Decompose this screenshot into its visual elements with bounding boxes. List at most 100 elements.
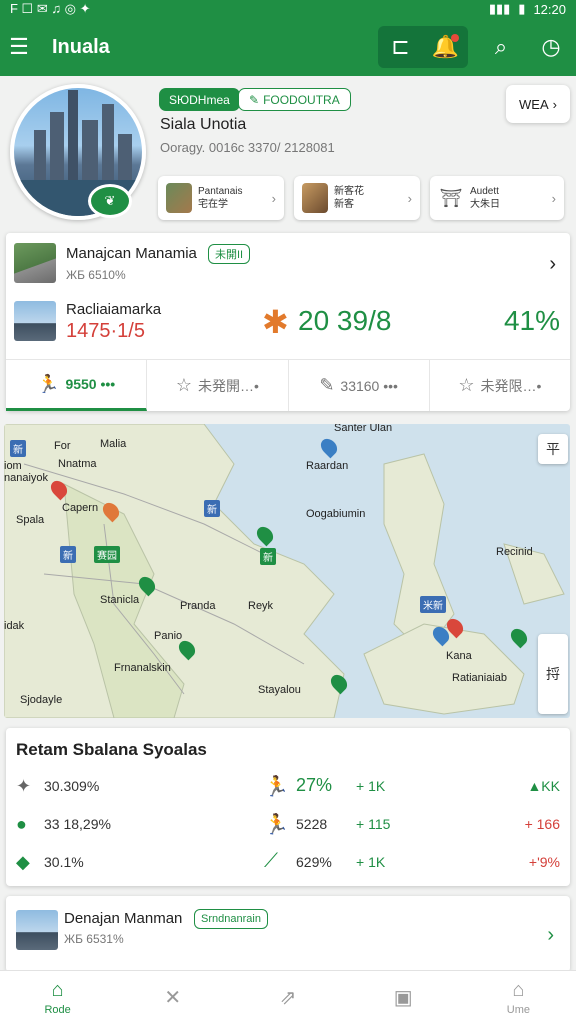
map-label: Pranda bbox=[180, 600, 216, 612]
chevron-right-icon[interactable]: › bbox=[547, 924, 554, 947]
destination-card[interactable]: Denajan Manman Srndnanrain ЖБ 6531% › bbox=[6, 896, 570, 972]
map-road-tag: 新 bbox=[10, 440, 26, 457]
cycle-icon: ✦ bbox=[16, 776, 32, 796]
map-label: Panio bbox=[154, 630, 183, 642]
primary-value: 20 39/8 bbox=[298, 305, 392, 336]
summary-row-destination[interactable]: Manajcan Manamia 未開II ЖБ 6510% › bbox=[14, 243, 562, 287]
tag-icon: ◆ bbox=[16, 852, 30, 872]
category-pill[interactable]: ✎ FOODOUTRA bbox=[238, 88, 351, 111]
house-icon: ⌂ bbox=[512, 979, 525, 1001]
road-thumbnail bbox=[14, 243, 56, 283]
star-icon: ☆ bbox=[458, 375, 475, 395]
chip-item[interactable]: ⛩ Audett 大朱日 › bbox=[430, 176, 564, 220]
notification-dot bbox=[450, 34, 459, 42]
map-road-tag: 新 bbox=[204, 500, 220, 517]
map-road-tag: 新 bbox=[260, 548, 276, 565]
chip-item[interactable]: 新客花 新客 › bbox=[294, 176, 420, 220]
search-icon[interactable]: ⌕ bbox=[484, 30, 518, 64]
battery-icon: ▮ bbox=[518, 1, 526, 16]
layers-button[interactable]: 平 bbox=[538, 434, 568, 464]
profile-name: Siala Unotia bbox=[160, 116, 247, 133]
runner-icon: 🏃 bbox=[37, 373, 60, 394]
map-label: Spala bbox=[16, 514, 45, 526]
trend-row[interactable]: ✦ 30.309% 🏃 27% + 1K ▲KK bbox=[16, 772, 560, 800]
map-label: Recinid bbox=[496, 546, 533, 558]
map-label: Oogabiumin bbox=[306, 508, 366, 520]
nav-share[interactable]: ⇗ bbox=[230, 971, 345, 1024]
app-title: Inuala bbox=[52, 35, 110, 58]
pen-icon: ✎ bbox=[319, 375, 335, 395]
map-label: Ratianiaiab bbox=[452, 672, 508, 684]
runner-icon: 🏃 bbox=[264, 776, 289, 798]
temple-thumbnail bbox=[14, 301, 56, 341]
arrow-up-icon: ⟋ bbox=[264, 850, 278, 872]
summary-row-metric: Racliaiamarka 1475·1/5 ✱ 20 39/8 41% bbox=[14, 299, 562, 345]
app-bar: ☰ Inuala ⊏ 🔔 ⌕ ◷ bbox=[0, 18, 576, 76]
status-tag: 未開II bbox=[208, 244, 251, 264]
map-road-tag: 米新 bbox=[420, 596, 446, 613]
leaf-icon: ✎ bbox=[249, 92, 260, 107]
map-road-tag: 新 bbox=[60, 546, 76, 563]
stat-tab-3[interactable]: ✎ 33160 ••• bbox=[289, 360, 430, 411]
home-icon: ⌂ bbox=[51, 979, 64, 1001]
map-label: Malia bbox=[100, 438, 127, 450]
action-group: ⊏ 🔔 bbox=[378, 26, 468, 68]
map-label: Capern bbox=[62, 502, 99, 514]
share-icon: ⇗ bbox=[279, 987, 297, 1009]
map-label: Nnatma bbox=[58, 458, 97, 470]
leaf-icon: ● bbox=[16, 814, 27, 834]
temple-thumbnail bbox=[16, 910, 58, 950]
map-label: nanaiyok bbox=[4, 472, 49, 484]
profile-hero: ❦ SЮDHmea ✎ FOODOUTRA Siala Unotia Oorag… bbox=[0, 76, 576, 226]
stat-tab-1[interactable]: 🏃 9550 ••• bbox=[6, 360, 148, 411]
profile-meta: Ooragy. 0016c 3370/ 2128081 bbox=[160, 140, 335, 155]
stat-tab-2[interactable]: ☆ 未発開…• bbox=[147, 360, 289, 411]
temple-icon: ⛩ bbox=[438, 183, 464, 213]
summary-card: Manajcan Manamia 未開II ЖБ 6510% › Racliai… bbox=[6, 233, 570, 411]
chip-thumbnail bbox=[302, 183, 328, 213]
map-label: idak bbox=[4, 620, 25, 632]
quick-chips: Pantanais 宅在学 › 新客花 新客 › ⛩ Audett 大朱日 › bbox=[158, 176, 564, 220]
weather-button[interactable]: WEA › bbox=[506, 85, 570, 123]
chip-thumbnail bbox=[166, 183, 192, 213]
star-icon: ☆ bbox=[175, 375, 192, 395]
negative-value: 1475·1/5 bbox=[66, 320, 145, 342]
nav-close[interactable]: ✕ bbox=[115, 971, 230, 1024]
tab-icon[interactable]: ⊏ bbox=[384, 30, 418, 64]
map-side-button[interactable]: 捋 bbox=[538, 634, 568, 714]
trend-row[interactable]: ◆ 30.1% ⟋ 629% + 1K +'9% bbox=[16, 848, 560, 876]
trend-row[interactable]: ● 33 18,29% 🏃 5228 + 115 + 166 bbox=[16, 810, 560, 838]
chevron-right-icon[interactable]: › bbox=[549, 253, 556, 276]
chevron-right-icon: › bbox=[552, 96, 557, 112]
chevron-right-icon: › bbox=[271, 190, 276, 206]
chip-item[interactable]: Pantanais 宅在学 › bbox=[158, 176, 284, 220]
stats-tabs: 🏃 9550 ••• ☆ 未発開…• ✎ 33160 ••• ☆ 未発限…• bbox=[6, 359, 570, 411]
close-icon: ✕ bbox=[164, 987, 182, 1009]
percent-value: 41% bbox=[503, 305, 560, 336]
map-label: Reyk bbox=[248, 600, 274, 612]
map-label: Santer Ulan bbox=[334, 424, 393, 434]
map-label: For bbox=[54, 440, 71, 452]
clock-icon[interactable]: ◷ bbox=[534, 30, 568, 64]
nav-square[interactable]: ▣ bbox=[346, 971, 461, 1024]
chevron-right-icon: › bbox=[407, 190, 412, 206]
nav-home[interactable]: ⌂ Rode bbox=[0, 971, 115, 1024]
map-label: Stayalou bbox=[258, 684, 301, 696]
status-tag: Srndnanrain bbox=[194, 909, 268, 929]
map-label: Raardan bbox=[306, 460, 349, 472]
map-label: Frnanalskin bbox=[114, 662, 171, 674]
notification-icon[interactable]: 🔔 bbox=[429, 30, 463, 64]
status-bar: F ☐ ✉ ♫ ◎ ✦ ▮▮▮ ▮ 12:20 bbox=[0, 0, 576, 18]
map-road-tag: 赛园 bbox=[94, 546, 120, 563]
nav-house[interactable]: ⌂ Ume bbox=[461, 971, 576, 1024]
asterisk-icon: ✱ bbox=[262, 304, 289, 340]
clock-text: 12:20 bbox=[533, 1, 566, 17]
menu-icon[interactable]: ☰ bbox=[8, 34, 30, 60]
map-label: Kana bbox=[446, 650, 472, 662]
stat-tab-4[interactable]: ☆ 未発限…• bbox=[430, 360, 570, 411]
runner-icon: 🏃 bbox=[264, 814, 289, 836]
map-label: Sjodayle bbox=[20, 694, 63, 706]
status-pill[interactable]: SЮDHmea bbox=[159, 88, 240, 111]
bottom-nav: ⌂ Rode ✕ ⇗ ▣ ⌂ Ume bbox=[0, 970, 576, 1024]
region-map[interactable]: Santer Ulan For Malia iom Nnatma nanaiyo… bbox=[4, 424, 570, 718]
